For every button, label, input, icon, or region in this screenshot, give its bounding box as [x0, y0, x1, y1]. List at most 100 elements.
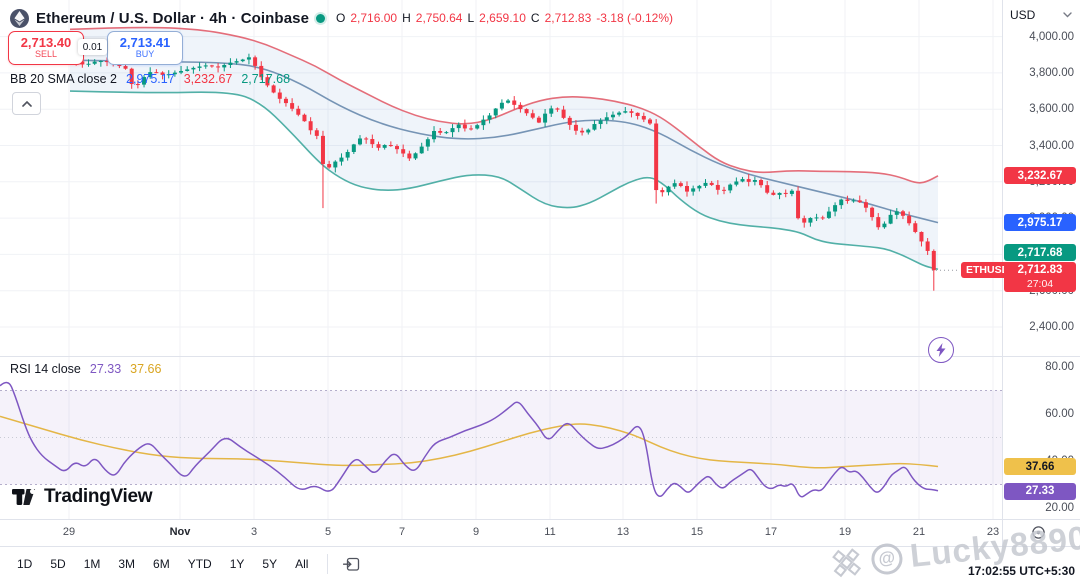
candle-body	[647, 119, 652, 124]
range-button-5y[interactable]: 5Y	[253, 553, 286, 575]
range-button-all[interactable]: All	[286, 553, 317, 575]
candle-body	[678, 183, 683, 187]
bb-indicator-legend[interactable]: BB 20 SMA close 2 2,975.17 3,232.67 2,71…	[10, 72, 290, 86]
price-axis-badge: 3,232.67	[1004, 167, 1076, 184]
candle-body	[919, 231, 924, 242]
candle-body	[900, 211, 905, 216]
candle-body	[907, 215, 912, 224]
candle-body	[197, 66, 202, 68]
candle-body	[277, 92, 282, 99]
time-axis-label: 21	[912, 526, 926, 538]
open-value: 2,716.00	[350, 11, 398, 25]
time-axis-label: Nov	[169, 526, 191, 538]
candle-body	[752, 180, 757, 182]
rsi-indicator-legend[interactable]: RSI 14 close 27.33 37.66	[10, 362, 161, 376]
range-button-1d[interactable]: 1D	[8, 553, 41, 575]
candle-body	[672, 183, 677, 187]
candle-body	[339, 157, 344, 162]
pane-separator[interactable]	[0, 356, 1080, 357]
candle-body	[863, 202, 868, 208]
collapse-legend-button[interactable]	[12, 92, 41, 115]
candle-body	[203, 65, 208, 67]
candle-body	[567, 117, 572, 125]
go-to-date-button[interactable]	[338, 551, 364, 577]
sell-button[interactable]: 2,713.40 SELL	[8, 31, 84, 65]
bb-legend-title: BB 20 SMA close 2	[10, 72, 118, 86]
go-to-realtime-button[interactable]	[1028, 522, 1048, 542]
price-axis-badge: 2,717.68	[1004, 244, 1076, 261]
instant-trading-button[interactable]	[928, 337, 954, 363]
candle-body	[789, 190, 794, 194]
candle-body	[308, 121, 313, 131]
candle-body	[401, 149, 406, 154]
candle-body	[290, 103, 295, 109]
candle-body	[388, 145, 393, 147]
buy-button[interactable]: 2,713.41 BUY	[107, 31, 183, 65]
candle-body	[413, 153, 418, 159]
candle-body	[685, 186, 689, 192]
currency-menu[interactable]: USD	[1010, 8, 1072, 22]
symbol-title[interactable]: Ethereum / U.S. Dollar · 4h · Coinbase	[36, 10, 309, 27]
rsi-ma-value: 37.66	[130, 362, 162, 376]
rsi-axis-badge: 37.66	[1004, 458, 1076, 476]
price-axis-label: 4,000.00	[1029, 30, 1074, 43]
last-price-badge: 2,712.83 27:04	[1004, 262, 1076, 292]
time-axis-label: 15	[690, 526, 704, 538]
candle-body	[820, 217, 825, 219]
candle-body	[586, 129, 591, 133]
candle-body	[826, 211, 831, 218]
tradingview-logo[interactable]: TradingView	[12, 486, 153, 508]
sell-price: 2,713.40	[20, 34, 72, 50]
candle-body	[469, 128, 474, 130]
time-axis[interactable]: 29 Nov 3 5 7 9 11 13 15 17 19 21 23	[0, 520, 1080, 547]
candle-body	[715, 184, 720, 190]
chevron-down-icon	[1063, 12, 1072, 18]
candle-body	[876, 217, 881, 228]
tradingview-logo-text: TradingView	[44, 486, 153, 507]
candle-body	[425, 139, 430, 147]
range-button-6m[interactable]: 6M	[144, 553, 179, 575]
range-button-5d[interactable]: 5D	[41, 553, 74, 575]
bb-basis-value: 2,975.17	[126, 72, 175, 86]
candle-body	[796, 190, 801, 219]
range-button-1y[interactable]: 1Y	[221, 553, 254, 575]
range-button-1m[interactable]: 1M	[75, 553, 110, 575]
bb-upper-value: 3,232.67	[183, 72, 233, 86]
candle-body	[543, 113, 548, 123]
pane-separator[interactable]	[0, 519, 1080, 520]
range-button-ytd[interactable]: YTD	[179, 553, 221, 575]
chevron-up-icon	[21, 100, 32, 107]
rsi-value: 27.33	[89, 362, 122, 376]
candle-body	[407, 153, 412, 159]
candle-body	[357, 138, 362, 145]
time-axis-label: 5	[324, 526, 332, 538]
time-axis-label: 29	[62, 526, 76, 538]
spread-value: 0.01	[78, 39, 107, 55]
candle-body	[456, 124, 461, 129]
candle-body	[475, 125, 480, 129]
candle-body	[518, 104, 523, 110]
candle-body	[592, 124, 597, 130]
go-to-date-icon	[342, 557, 360, 571]
clock[interactable]: 17:02:55 UTC+5:30	[968, 564, 1075, 578]
candle-body	[536, 117, 541, 123]
candle-body	[777, 192, 782, 195]
candle-body	[925, 241, 930, 251]
rsi-axis-label: 20.00	[1045, 502, 1074, 514]
candle-body	[746, 179, 751, 182]
candle-body	[765, 185, 770, 193]
buy-label: BUY	[135, 49, 155, 60]
candle-body	[888, 214, 893, 224]
chart-canvas[interactable]	[0, 0, 1080, 581]
candle-body	[296, 108, 301, 115]
candle-body	[92, 61, 97, 64]
candle-body	[913, 223, 918, 232]
candle-body	[654, 123, 659, 191]
bb-lower-value: 2,717.68	[241, 72, 291, 86]
candle-body	[722, 189, 727, 191]
range-button-3m[interactable]: 3M	[109, 553, 144, 575]
lightning-bolt-icon	[936, 343, 946, 357]
low-label: L	[467, 11, 475, 25]
candle-body	[573, 124, 578, 131]
candle-body	[216, 66, 221, 68]
